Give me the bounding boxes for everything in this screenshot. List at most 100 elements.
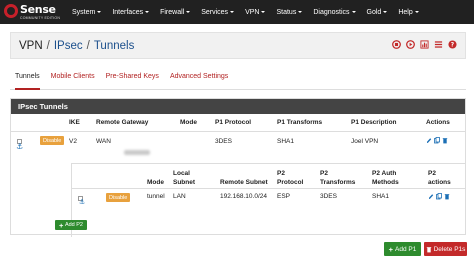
logo-subtitle: COMMUNITY EDITION <box>20 16 61 20</box>
stop-circle-icon[interactable] <box>392 40 401 49</box>
trash-icon <box>426 246 431 252</box>
p1-disable-button[interactable]: Disable <box>40 136 65 145</box>
trash-icon[interactable] <box>444 193 450 200</box>
chevron-down-icon <box>383 11 388 13</box>
delete-p1s-label: Delete P1s <box>433 245 466 253</box>
bar-chart-icon[interactable] <box>420 40 429 49</box>
pfsense-logo[interactable]: Sense COMMUNITY EDITION <box>4 0 66 24</box>
p1-protocol-value: 3DES <box>215 138 232 145</box>
menu-system-label: System <box>72 8 96 16</box>
menu-services[interactable]: Services <box>201 9 235 16</box>
redacted-gateway-address <box>124 150 150 155</box>
p2-row: Disable tunnel LAN 192.168.10.0/24 ESP 3… <box>72 188 466 208</box>
p2-col-protocol-line1: P2 <box>277 170 285 177</box>
plus-icon: + <box>388 244 394 254</box>
breadcrumb-bar: VPN / IPsec / Tunnels ? <box>10 32 466 59</box>
breadcrumb-tunnels-link[interactable]: Tunnels <box>94 40 135 52</box>
p2-header-row: Mode Local Subnet Remote Subnet P2 Proto… <box>72 164 466 188</box>
p1-ike-value: V2 <box>69 138 77 145</box>
menu-status[interactable]: Status <box>276 8 303 16</box>
p2-col-auth-line2: Methods <box>372 179 399 186</box>
p2-col-transforms-line1: P2 <box>320 170 328 177</box>
trash-icon[interactable] <box>442 137 448 144</box>
p2-col-mode: Mode <box>147 179 164 186</box>
copy-icon[interactable] <box>436 193 442 200</box>
chevron-down-icon <box>351 11 356 13</box>
p2-col-auth-line1: P2 Auth <box>372 170 397 177</box>
ipsec-tunnels-panel: IPsec Tunnels IKE Remote Gateway Mode P1… <box>10 98 466 237</box>
plus-icon: + <box>59 220 64 230</box>
p2-col-local-subnet-line2: Subnet <box>173 179 196 186</box>
chevron-down-icon <box>298 11 303 13</box>
chevron-down-icon <box>145 11 150 13</box>
menu-firewall-label: Firewall <box>160 8 185 16</box>
p2-col-transforms-line2: Transforms <box>320 179 356 186</box>
col-p1-description: P1 Description <box>351 119 397 126</box>
main-menu: System Interfaces Firewall Services VPN … <box>72 0 419 24</box>
menu-interfaces-label: Interfaces <box>112 8 144 16</box>
copy-icon[interactable] <box>434 137 440 144</box>
col-remote-gateway: Remote Gateway <box>96 119 149 126</box>
p2-remote-subnet-value: 192.168.10.0/24 <box>220 193 267 200</box>
play-circle-icon[interactable] <box>406 40 415 49</box>
tab-tunnels[interactable]: Tunnels <box>15 70 40 90</box>
chevron-down-icon <box>414 11 419 13</box>
p2-col-remote-subnet: Remote Subnet <box>220 179 268 186</box>
breadcrumb-separator: / <box>46 39 50 52</box>
tab-pre-shared-keys[interactable]: Pre-Shared Keys <box>106 70 159 90</box>
menu-firewall[interactable]: Firewall <box>160 8 191 16</box>
p1-row: Disable V2 WAN 3DES SHA1 Joel VPN <box>11 131 465 152</box>
menu-diagnostics[interactable]: Diagnostics <box>313 9 356 16</box>
add-p1-button[interactable]: + Add P1 <box>384 242 421 256</box>
p2-subtable: Mode Local Subnet Remote Subnet P2 Proto… <box>71 163 466 237</box>
p2-disable-button[interactable]: Disable <box>106 193 131 202</box>
breadcrumb-vpn: VPN <box>19 39 43 52</box>
p1-actions <box>426 137 448 144</box>
chevron-down-icon <box>261 11 266 13</box>
breadcrumb-tools: ? <box>392 40 457 49</box>
p2-col-actions-line1: P2 <box>428 170 436 177</box>
breadcrumb-ipsec-link[interactable]: IPsec <box>54 40 83 52</box>
chevron-down-icon <box>186 11 191 13</box>
breadcrumb-separator: / <box>86 39 90 52</box>
tab-advanced-settings[interactable]: Advanced Settings <box>170 70 228 90</box>
edit-pencil-icon[interactable] <box>428 193 434 200</box>
menu-gold[interactable]: Gold <box>367 9 388 16</box>
tab-mobile-clients[interactable]: Mobile Clients <box>51 70 95 90</box>
logo-mark-icon <box>4 4 18 18</box>
help-circle-icon[interactable]: ? <box>448 40 457 49</box>
p2-col-protocol-line2: Protocol <box>277 179 304 186</box>
p1-header-row: IKE Remote Gateway Mode P1 Protocol P1 T… <box>11 114 465 131</box>
menu-vpn[interactable]: VPN <box>245 9 266 16</box>
menu-status-label: Status <box>276 8 297 16</box>
p2-col-local-subnet-line1: Local <box>173 170 190 177</box>
breadcrumb: VPN / IPsec / Tunnels <box>19 40 134 52</box>
add-p2-button[interactable]: + Add P2 <box>55 220 87 230</box>
menu-system[interactable]: System <box>72 8 102 16</box>
col-p1-transforms: P1 Transforms <box>277 119 323 126</box>
chevron-down-icon <box>230 11 235 13</box>
list-icon[interactable] <box>434 40 443 49</box>
add-p1-label: Add P1 <box>395 245 417 253</box>
p2-mode-value: tunnel <box>147 193 165 200</box>
menu-help-label: Help <box>398 8 413 16</box>
p2-transforms-value: 3DES <box>320 193 337 200</box>
top-navbar: Sense COMMUNITY EDITION System Interface… <box>0 0 474 24</box>
col-actions: Actions <box>426 119 450 126</box>
edit-pencil-icon[interactable] <box>426 137 432 144</box>
p2-protocol-value: ESP <box>277 193 291 200</box>
tab-bar: Tunnels Mobile Clients Pre-Shared Keys A… <box>10 70 466 90</box>
menu-interfaces[interactable]: Interfaces <box>112 8 150 16</box>
p1-transforms-value: SHA1 <box>277 138 294 145</box>
panel-title: IPsec Tunnels <box>11 99 465 114</box>
col-ike: IKE <box>69 119 80 126</box>
anchor-icon: ⚓ <box>16 142 24 151</box>
delete-p1s-button[interactable]: Delete P1s <box>424 242 467 256</box>
p2-local-subnet-value: LAN <box>173 193 186 200</box>
p1-description-value: Joel VPN <box>351 138 379 145</box>
col-mode: Mode <box>180 119 197 126</box>
p1-remote-gateway-value: WAN <box>96 138 111 145</box>
anchor-icon: ⚓ <box>79 199 86 206</box>
menu-help[interactable]: Help <box>398 8 419 16</box>
chevron-down-icon <box>97 11 102 13</box>
